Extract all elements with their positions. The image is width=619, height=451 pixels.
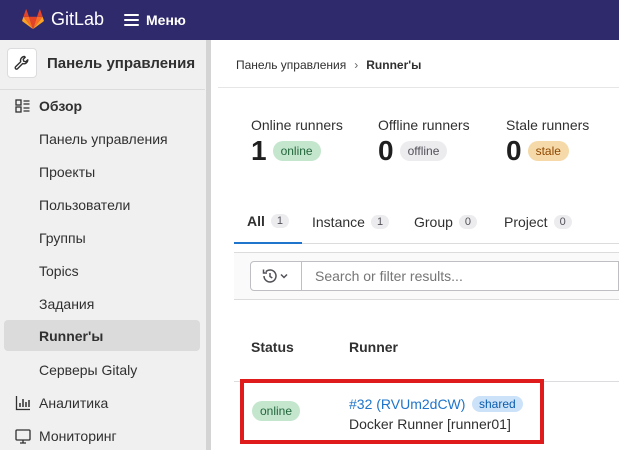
sidebar-item-label: Пользователи	[39, 196, 131, 213]
breadcrumb-divider	[218, 87, 619, 88]
sidebar-item-label: Мониторинг	[39, 427, 117, 444]
sidebar: Панель управления Обзор Панель управлени…	[0, 40, 210, 450]
sidebar-item-users[interactable]: Пользователи	[4, 189, 200, 220]
column-header-status: Status	[251, 339, 294, 355]
tab-count-badge: 1	[370, 215, 390, 229]
tab-label: Group	[414, 214, 453, 230]
tab-all[interactable]: All 1	[234, 200, 303, 244]
tab-instance[interactable]: Instance 1	[312, 200, 390, 244]
search-input[interactable]	[302, 261, 619, 291]
stat-count: 1	[251, 135, 267, 166]
stat-online: Online runners 1 online	[251, 117, 343, 167]
wrench-icon	[7, 48, 37, 78]
tab-label: All	[247, 213, 265, 229]
stat-stale: Stale runners 0 stale	[506, 117, 589, 167]
hamburger-icon	[124, 14, 139, 26]
breadcrumb-root[interactable]: Панель управления	[236, 58, 346, 72]
sidebar-item-label: Аналитика	[39, 394, 109, 411]
stat-count: 0	[378, 135, 394, 166]
history-icon	[262, 269, 288, 283]
chevron-right-icon: ›	[354, 58, 359, 72]
sidebar-item-runners[interactable]: Runner'ы	[4, 320, 200, 351]
gitlab-logo-icon[interactable]	[22, 9, 44, 30]
highlight-box	[240, 379, 544, 444]
status-badge: offline	[399, 141, 448, 161]
sidebar-item-label: Группы	[39, 229, 86, 246]
breadcrumb: Панель управления › Runner'ы	[236, 58, 421, 72]
chart-icon	[15, 396, 30, 411]
sidebar-item-dashboard[interactable]: Панель управления	[4, 123, 200, 154]
sidebar-item-label: Runner'ы	[39, 327, 104, 344]
sidebar-item-label: Обзор	[39, 97, 83, 114]
sidebar-item-label: Панель управления	[39, 130, 168, 147]
stat-label: Stale runners	[506, 117, 590, 133]
stat-offline: Offline runners 0 offline	[378, 117, 470, 167]
sidebar-item-topics[interactable]: Topics	[4, 255, 200, 286]
tab-count-badge: 1	[270, 214, 290, 228]
status-badge: online	[272, 141, 321, 161]
tab-project[interactable]: Project 0	[504, 200, 572, 244]
sidebar-item-overview[interactable]: Обзор	[4, 90, 200, 121]
sidebar-item-jobs[interactable]: Задания	[4, 288, 200, 319]
sidebar-item-groups[interactable]: Группы	[4, 222, 200, 253]
search-history-dropdown[interactable]	[250, 261, 302, 291]
sidebar-header[interactable]: Панель управления	[7, 48, 195, 78]
sidebar-scrollbar[interactable]	[206, 40, 211, 450]
sidebar-item-label: Проекты	[39, 163, 96, 180]
brand-name[interactable]: GitLab	[51, 9, 104, 30]
tab-label: Project	[504, 214, 548, 230]
overview-icon	[15, 99, 30, 113]
menu-button[interactable]: Меню	[124, 12, 186, 28]
breadcrumb-current[interactable]: Runner'ы	[366, 58, 421, 72]
sidebar-item-label: Серверы Gitaly	[39, 361, 138, 378]
sidebar-item-projects[interactable]: Проекты	[4, 156, 200, 187]
sidebar-item-label: Задания	[39, 295, 95, 312]
top-navbar: GitLab Меню	[0, 0, 619, 40]
column-header-runner: Runner	[349, 339, 398, 355]
tab-group[interactable]: Group 0	[414, 200, 478, 244]
sidebar-item-gitaly-servers[interactable]: Серверы Gitaly	[4, 354, 200, 385]
sidebar-item-label: Topics	[39, 262, 79, 279]
sidebar-item-analytics[interactable]: Аналитика	[4, 387, 200, 418]
runner-type-tabs: All 1 Instance 1 Group 0 Project 0	[234, 200, 619, 244]
tab-count-badge: 0	[553, 215, 572, 229]
sidebar-title: Панель управления	[47, 54, 196, 72]
stat-label: Offline runners	[378, 117, 470, 133]
stat-count: 0	[506, 135, 522, 166]
status-badge: stale	[527, 141, 569, 161]
stat-label: Online runners	[251, 117, 343, 133]
tab-count-badge: 0	[458, 215, 478, 229]
sidebar-item-monitoring[interactable]: Мониторинг	[4, 420, 200, 451]
monitor-icon	[15, 429, 31, 444]
menu-label: Меню	[146, 12, 186, 28]
tab-label: Instance	[312, 214, 365, 230]
